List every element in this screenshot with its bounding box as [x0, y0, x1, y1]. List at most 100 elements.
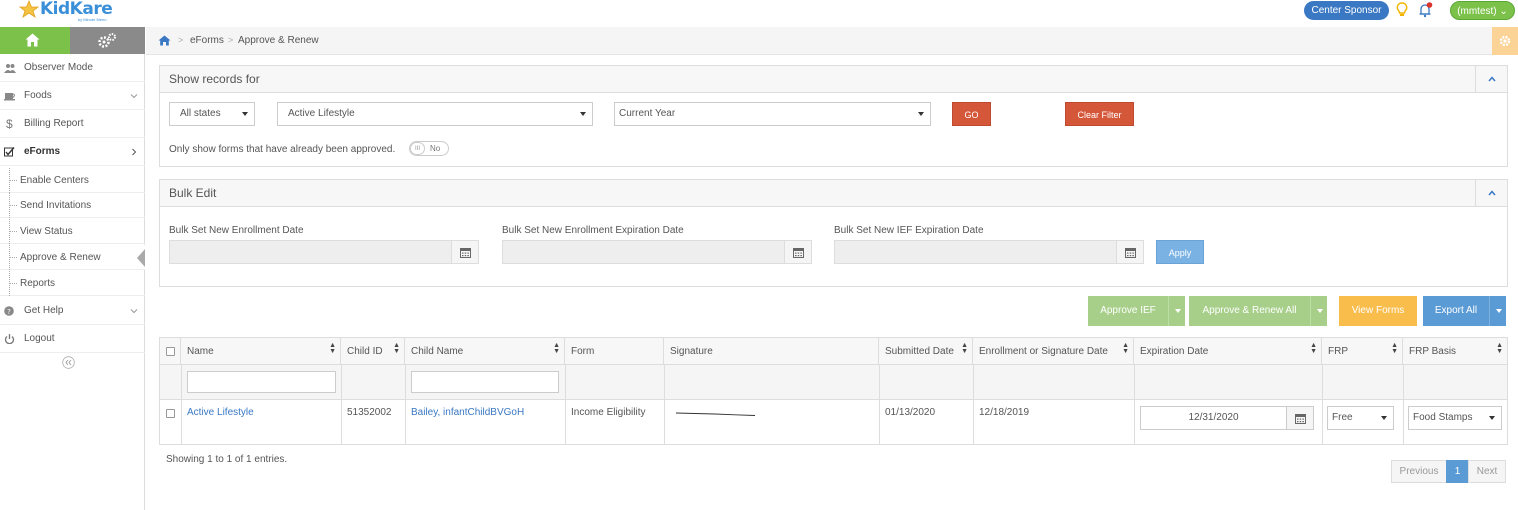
col-header-child-name[interactable]: Child Name ▲ ▼ [405, 338, 565, 365]
col-header-submitted-date[interactable]: Submitted Date ▲ ▼ [879, 338, 973, 365]
state-select[interactable]: All states [169, 102, 255, 126]
row-name-link[interactable]: Active Lifestyle [187, 407, 254, 418]
sidebar-subitem-send-invitations[interactable]: Send Invitations [0, 193, 145, 218]
col-header-frp[interactable]: FRP ▲ ▼ [1322, 338, 1403, 365]
filter-panel: Show records for All states Active Lifes… [159, 65, 1508, 167]
row-form: Income Eligibility [571, 407, 646, 418]
col-header-label: Child ID [347, 346, 383, 357]
name-filter-input[interactable] [187, 371, 336, 393]
filter-panel-collapse-button[interactable] [1475, 66, 1507, 93]
center-select[interactable]: Active Lifestyle [277, 102, 593, 126]
approve-ief-button[interactable]: Approve IEF [1088, 296, 1168, 326]
approve-renew-all-button[interactable]: Approve & Renew All [1189, 296, 1310, 326]
bulk-enrollment-exp-date-input[interactable] [502, 240, 785, 264]
export-dropdown-toggle[interactable] [1489, 296, 1506, 326]
export-all-button[interactable]: Export All [1423, 296, 1489, 326]
bulk-enrollment-calendar-button[interactable] [451, 240, 479, 264]
approve-ief-dropdown-toggle[interactable] [1168, 296, 1185, 326]
row-child-name-link[interactable]: Bailey, infantChildBVGoH [411, 407, 524, 418]
top-bar: KidKare by Minute Menu Center Sponsor (m… [0, 0, 1518, 27]
bulk-ief-exp-date-input[interactable] [834, 240, 1117, 264]
sidebar-settings-tab[interactable] [70, 27, 145, 54]
sidebar-item-foods[interactable]: Foods [0, 82, 145, 110]
sidebar-item-get-help[interactable]: ? Get Help [0, 297, 145, 325]
select-all-checkbox[interactable] [166, 347, 175, 356]
col-divider [1134, 365, 1135, 444]
sidebar-top-tabs [0, 27, 145, 54]
bulk-ief-exp-calendar-button[interactable] [1116, 240, 1144, 264]
home-icon[interactable] [158, 35, 171, 46]
main-content: > eForms > Approve & Renew Show records … [146, 27, 1518, 510]
bulk-edit-collapse-button[interactable] [1475, 180, 1507, 207]
bulk-ief-exp-label: Bulk Set New IEF Expiration Date [834, 225, 984, 236]
calendar-icon [1295, 414, 1306, 424]
approve-renew-dropdown-toggle[interactable] [1310, 296, 1327, 326]
table-info: Showing 1 to 1 of 1 entries. [166, 454, 288, 465]
col-divider [664, 365, 665, 444]
current-page-indicator [137, 249, 145, 267]
col-header-name[interactable]: Name ▲ ▼ [181, 338, 341, 365]
sidebar-subitem-label: Reports [20, 278, 56, 289]
go-button[interactable]: GO [952, 102, 991, 126]
row-checkbox[interactable] [166, 409, 175, 418]
notification-bell-icon[interactable] [1417, 2, 1433, 18]
pagination-previous[interactable]: Previous [1391, 460, 1447, 483]
col-header-label: Expiration Date [1140, 346, 1209, 357]
sort-icon: ▲ ▼ [961, 342, 968, 355]
pagination-next[interactable]: Next [1468, 460, 1506, 483]
tree-dash [9, 180, 17, 181]
col-header-form: Form [565, 338, 664, 365]
lightbulb-icon[interactable] [1396, 2, 1408, 18]
sidebar-item-observer-mode[interactable]: Observer Mode [0, 54, 145, 82]
logo-subtext: by Minute Menu [78, 17, 107, 22]
sidebar-home-tab[interactable] [0, 27, 70, 54]
user-menu-button[interactable]: (mmtest) ⌄ [1450, 1, 1515, 20]
col-divider [1403, 365, 1404, 444]
row-enrollment-date: 12/18/2019 [979, 407, 1030, 418]
sidebar-item-label: Observer Mode [24, 62, 93, 73]
row-expiration-date-input[interactable]: 12/31/2020 [1140, 406, 1287, 430]
row-expiration-calendar-button[interactable] [1286, 406, 1314, 430]
sidebar-item-label: Foods [24, 90, 52, 101]
tree-dash [9, 283, 17, 284]
col-header-signature: Signature [664, 338, 879, 365]
sidebar-subitem-reports[interactable]: Reports [0, 271, 145, 296]
sidebar-subitem-enable-centers[interactable]: Enable Centers [0, 168, 145, 193]
child-name-filter-input[interactable] [411, 371, 559, 393]
breadcrumb-eforms-link[interactable]: eForms [190, 35, 224, 46]
sidebar-item-label: Get Help [24, 305, 64, 316]
bulk-apply-button[interactable]: Apply [1156, 240, 1204, 264]
sidebar-item-logout[interactable]: Logout [0, 325, 145, 353]
page-settings-button[interactable] [1492, 27, 1518, 55]
col-header-enrollment-date[interactable]: Enrollment or Signature Date ▲ ▼ [973, 338, 1134, 365]
sidebar-item-label: eForms [24, 146, 61, 157]
user-menu-label: (mmtest) [1457, 6, 1497, 17]
clear-filter-button[interactable]: Clear Filter [1065, 102, 1134, 126]
view-forms-button[interactable]: View Forms [1339, 296, 1417, 326]
period-select[interactable]: Current Year [614, 102, 931, 126]
collapse-sidebar-icon[interactable] [62, 356, 75, 369]
bulk-enrollment-exp-calendar-button[interactable] [784, 240, 812, 264]
row-frp-select[interactable]: Free [1327, 406, 1394, 430]
approved-only-toggle[interactable]: III No [409, 141, 449, 156]
col-header-child-id[interactable]: Child ID ▲ ▼ [341, 338, 405, 365]
breadcrumb: > eForms > Approve & Renew [146, 27, 1518, 55]
col-header-frp-basis[interactable]: FRP Basis ▲ ▼ [1403, 338, 1507, 365]
sidebar-subitem-approve-renew[interactable]: Approve & Renew [0, 245, 145, 270]
center-sponsor-button[interactable]: Center Sponsor [1304, 1, 1389, 20]
pagination-page-1[interactable]: 1 [1446, 460, 1469, 483]
row-frp-basis-value: Food Stamps [1413, 412, 1473, 423]
filter-panel-title: Show records for [169, 72, 260, 86]
sidebar-item-label: Billing Report [24, 118, 84, 129]
caret-down-icon [1175, 309, 1181, 313]
svg-text:?: ? [7, 308, 11, 316]
sidebar-item-eforms[interactable]: eForms [0, 138, 145, 166]
sidebar-item-billing-report[interactable]: $ Billing Report [0, 110, 145, 138]
bulk-enrollment-date-input[interactable] [169, 240, 452, 264]
users-icon [4, 64, 16, 73]
power-icon [4, 334, 15, 344]
col-header-label: Child Name [411, 346, 464, 357]
row-frp-basis-select[interactable]: Food Stamps [1408, 406, 1502, 430]
col-header-expiration-date[interactable]: Expiration Date ▲ ▼ [1134, 338, 1322, 365]
sidebar-subitem-view-status[interactable]: View Status [0, 219, 145, 244]
